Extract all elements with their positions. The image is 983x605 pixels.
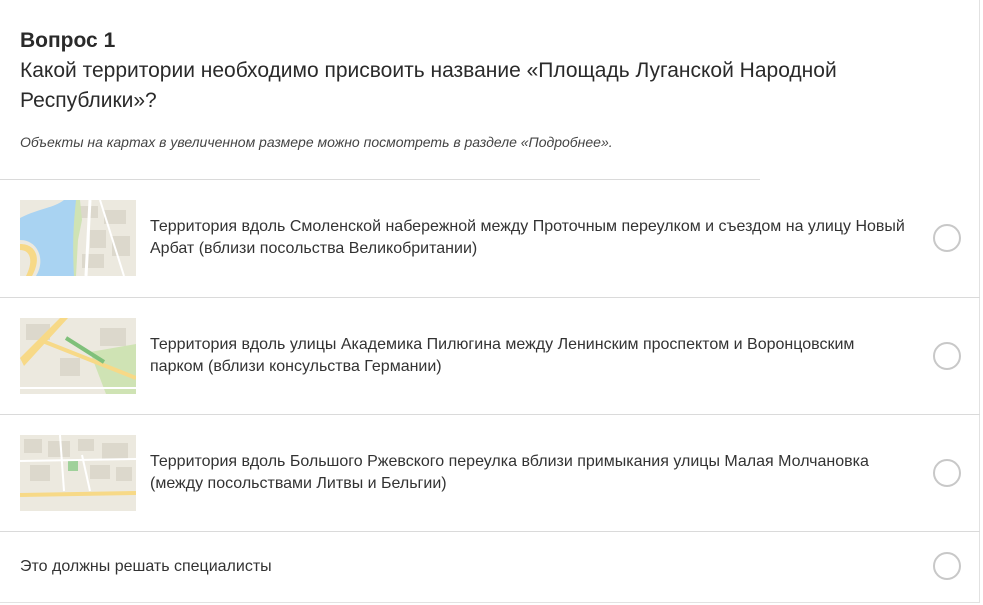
question-hint: Объекты на картах в увеличенном размере … [20,134,613,150]
map-thumbnail-streets [20,435,136,511]
answer-option-1[interactable]: Территория вдоль Смоленской набережной м… [0,180,980,297]
question-number: Вопрос 1 [20,29,116,52]
answer-option-label: Это должны решать специалисты [20,558,272,575]
question-card: Вопрос 1 Какой территории необходимо при… [0,0,980,603]
answer-radio-1[interactable] [933,224,961,252]
answer-option-label: Территория вдоль Смоленской набережной м… [150,218,905,257]
answer-option-label: Территория вдоль Большого Ржевского пере… [150,453,869,492]
answer-option-4[interactable]: Это должны решать специалисты [0,531,980,603]
answer-radio-3[interactable] [933,459,961,487]
answer-option-label: Территория вдоль улицы Академика Пилюгин… [150,336,855,375]
answer-radio-4[interactable] [933,552,961,580]
question-header: Вопрос 1 Какой территории необходимо при… [20,28,920,116]
question-text: Какой территории необходимо присвоить на… [20,59,837,112]
answer-option-3[interactable]: Территория вдоль Большого Ржевского пере… [0,414,980,531]
map-thumbnail-avenue [20,318,136,394]
answer-radio-2[interactable] [933,342,961,370]
map-thumbnail-river [20,200,136,276]
answer-option-2[interactable]: Территория вдоль улицы Академика Пилюгин… [0,297,980,414]
